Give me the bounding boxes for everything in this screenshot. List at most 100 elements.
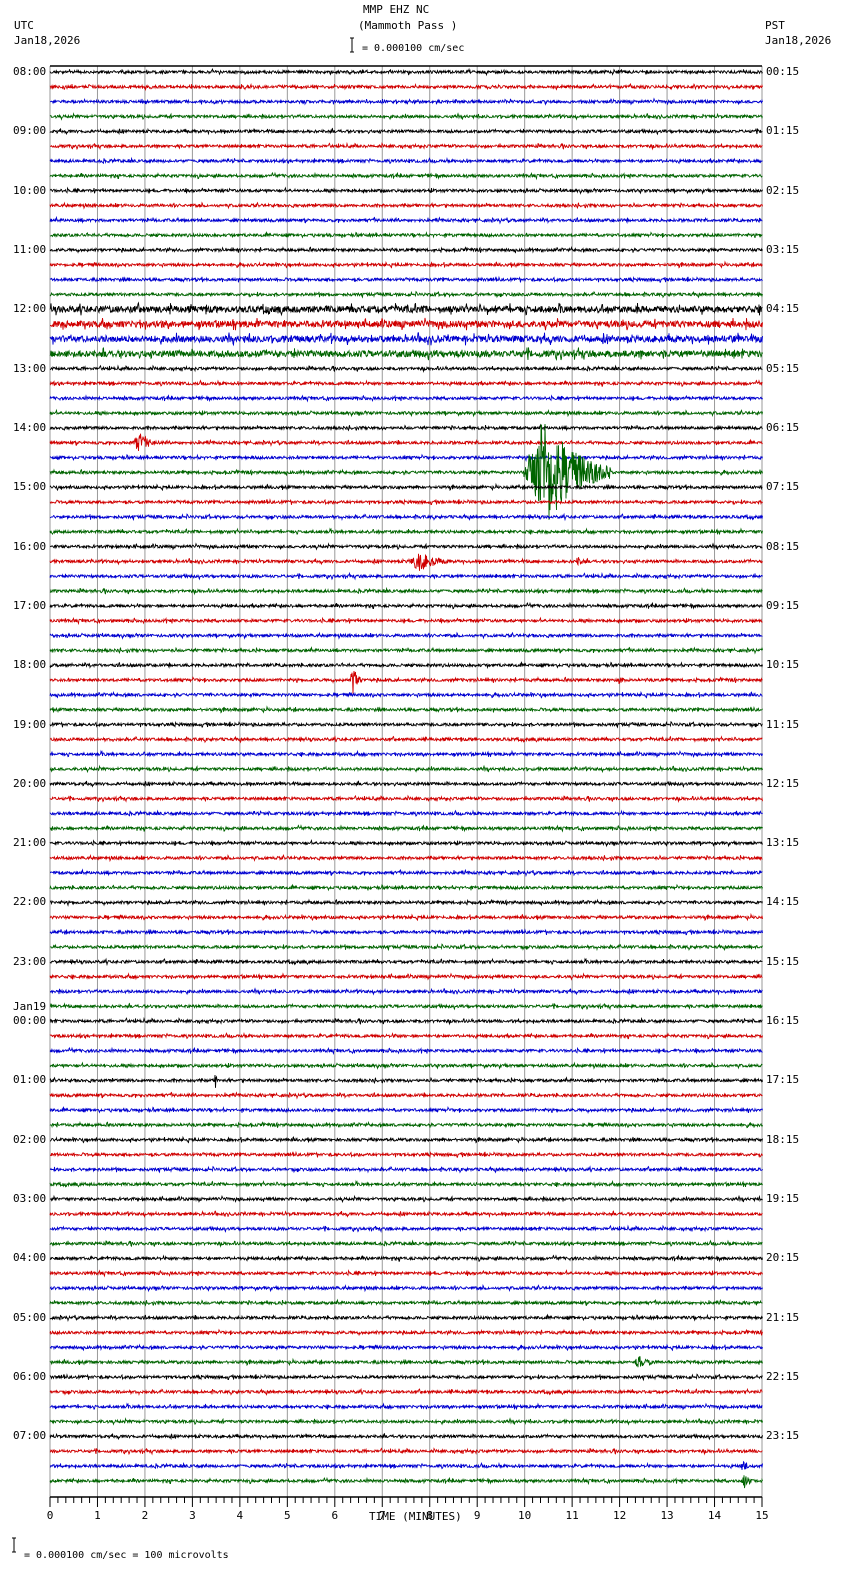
x-tick-label: 5 xyxy=(284,1509,291,1522)
x-tick-label: 9 xyxy=(474,1509,481,1522)
trace-83 xyxy=(49,1298,763,1307)
trace-32 xyxy=(49,542,763,551)
x-tick-label: 1 xyxy=(94,1509,101,1522)
trace-18 xyxy=(49,332,763,347)
utc-hour-label: 16:00 xyxy=(13,539,47,553)
trace-7 xyxy=(49,171,763,181)
trace-25 xyxy=(49,433,763,452)
trace-52 xyxy=(49,839,763,848)
trace-74 xyxy=(49,1165,763,1174)
trace-82 xyxy=(49,1284,763,1293)
trace-27 xyxy=(49,423,763,520)
utc-hour-label: 22:00 xyxy=(13,895,47,909)
utc-hour-label: 00:00 xyxy=(13,1014,47,1028)
trace-9 xyxy=(49,201,763,210)
utc-hour-label: 06:00 xyxy=(13,1370,47,1384)
x-tick-label: 8 xyxy=(426,1509,433,1522)
trace-55 xyxy=(49,883,763,892)
utc-hour-label: 07:00 xyxy=(13,1429,47,1443)
utc-hour-label: 15:00 xyxy=(13,480,47,494)
trace-51 xyxy=(49,824,763,833)
pst-hour-label: 20:15 xyxy=(766,1251,800,1265)
x-tick-label: 12 xyxy=(613,1509,626,1522)
trace-11 xyxy=(49,231,763,239)
trace-22 xyxy=(49,394,763,403)
trace-67 xyxy=(49,1061,763,1070)
pst-hour-label: 16:15 xyxy=(766,1014,800,1028)
trace-43 xyxy=(49,705,763,714)
utc-hour-label: 01:00 xyxy=(13,1073,47,1087)
trace-46 xyxy=(49,749,763,758)
pst-hour-label: 17:15 xyxy=(766,1073,800,1087)
pst-hour-label: 08:15 xyxy=(766,539,800,553)
trace-54 xyxy=(50,868,763,878)
trace-33 xyxy=(49,553,763,571)
date-change-label: Jan19 xyxy=(13,1000,47,1014)
pst-hour-label: 02:15 xyxy=(766,183,800,197)
trace-70 xyxy=(49,1106,763,1115)
trace-65 xyxy=(49,1031,763,1040)
x-tick-label: 6 xyxy=(331,1509,338,1522)
trace-8 xyxy=(49,186,763,195)
utc-hour-label: 02:00 xyxy=(13,1132,47,1146)
trace-75 xyxy=(49,1179,763,1189)
utc-hour-label: 21:00 xyxy=(13,836,47,850)
trace-94 xyxy=(49,1460,763,1471)
trace-5 xyxy=(50,141,763,151)
trace-14 xyxy=(49,275,763,284)
trace-80 xyxy=(49,1254,763,1263)
pst-hour-label: 12:15 xyxy=(766,776,800,790)
trace-89 xyxy=(49,1387,763,1396)
trace-84 xyxy=(49,1313,763,1322)
trace-42 xyxy=(49,690,763,699)
trace-13 xyxy=(49,260,763,269)
trace-78 xyxy=(49,1224,763,1233)
trace-41 xyxy=(49,670,763,694)
utc-hour-label: 20:00 xyxy=(13,776,47,790)
trace-49 xyxy=(49,794,763,803)
trace-88 xyxy=(49,1373,763,1382)
pst-hour-label: 23:15 xyxy=(766,1429,800,1443)
x-tick-label: 11 xyxy=(566,1509,579,1522)
trace-91 xyxy=(49,1417,763,1426)
trace-59 xyxy=(49,943,763,952)
trace-56 xyxy=(50,898,763,907)
trace-69 xyxy=(49,1091,763,1100)
trace-57 xyxy=(49,912,763,922)
utc-hour-label: 13:00 xyxy=(13,361,47,375)
utc-hour-label: 11:00 xyxy=(13,242,47,256)
trace-53 xyxy=(49,853,763,863)
trace-44 xyxy=(49,720,763,729)
trace-66 xyxy=(49,1046,763,1055)
trace-95 xyxy=(49,1475,763,1489)
utc-hour-label: 09:00 xyxy=(13,124,47,138)
trace-23 xyxy=(49,408,763,418)
utc-hour-label: 18:00 xyxy=(13,658,47,672)
utc-hour-label: 04:00 xyxy=(13,1251,47,1265)
trace-73 xyxy=(50,1150,763,1159)
trace-79 xyxy=(49,1239,763,1248)
trace-63 xyxy=(49,1002,763,1011)
trace-64 xyxy=(49,1016,763,1026)
trace-77 xyxy=(49,1210,763,1219)
trace-81 xyxy=(49,1269,763,1278)
trace-20 xyxy=(49,364,763,373)
trace-71 xyxy=(49,1120,763,1129)
trace-17 xyxy=(50,317,763,331)
trace-2 xyxy=(50,97,763,106)
trace-72 xyxy=(49,1135,763,1144)
trace-92 xyxy=(49,1432,763,1441)
trace-45 xyxy=(49,735,763,744)
trace-62 xyxy=(49,987,763,996)
trace-61 xyxy=(49,972,763,981)
trace-37 xyxy=(49,616,763,626)
utc-hour-label: 19:00 xyxy=(13,717,47,731)
x-tick-label: 13 xyxy=(660,1509,673,1522)
trace-0 xyxy=(49,67,763,77)
utc-hour-label: 10:00 xyxy=(13,183,47,197)
pst-hour-label: 13:15 xyxy=(766,836,800,850)
x-tick-label: 3 xyxy=(189,1509,196,1522)
trace-1 xyxy=(49,82,763,92)
trace-26 xyxy=(49,453,763,463)
footer-scale-bar-icon xyxy=(12,1537,16,1553)
